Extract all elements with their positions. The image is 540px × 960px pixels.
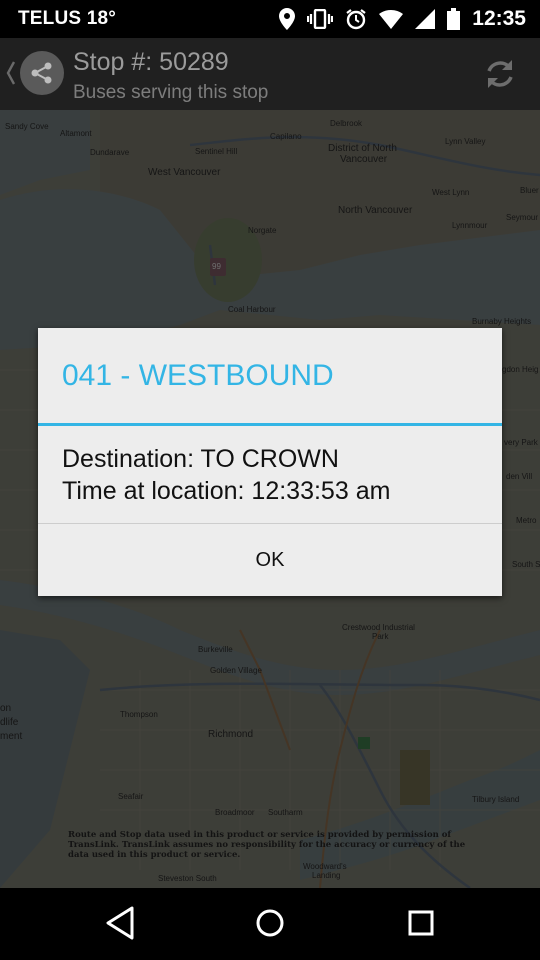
status-icons: 12:35 <box>279 7 526 31</box>
time-at-location-text: Time at location: 12:33:53 am <box>62 477 391 505</box>
navigation-bar <box>0 888 540 960</box>
dialog-title: 041 - WESTBOUND <box>62 359 334 392</box>
stop-title: Stop #: 50289 <box>73 48 229 76</box>
signal-icon <box>415 9 436 29</box>
status-bar: TELUS 18° 12:35 <box>0 0 540 38</box>
route-info-dialog: 041 - WESTBOUND Destination: TO CROWN Ti… <box>38 328 502 596</box>
refresh-icon[interactable] <box>482 56 518 97</box>
back-icon[interactable] <box>104 904 136 947</box>
clock-time: 12:35 <box>472 7 526 30</box>
ok-button[interactable]: OK <box>38 524 502 596</box>
dialog-body: Destination: TO CROWN Time at location: … <box>62 443 390 507</box>
location-icon <box>279 8 296 30</box>
recents-icon[interactable] <box>406 904 436 947</box>
battery-icon <box>447 8 461 30</box>
share-icon[interactable] <box>20 51 64 95</box>
destination-text: Destination: TO CROWN <box>62 445 339 473</box>
action-bar: Stop #: 50289 Buses serving this stop <box>0 38 540 110</box>
alarm-icon <box>345 8 367 30</box>
wifi-icon <box>379 9 404 29</box>
stop-subtitle: Buses serving this stop <box>73 82 269 103</box>
home-icon[interactable] <box>254 904 286 947</box>
chevron-left-icon[interactable] <box>6 60 16 91</box>
carrier-label: TELUS 18° <box>18 8 117 29</box>
dialog-title-divider <box>38 423 502 426</box>
vibrate-icon <box>307 9 334 29</box>
